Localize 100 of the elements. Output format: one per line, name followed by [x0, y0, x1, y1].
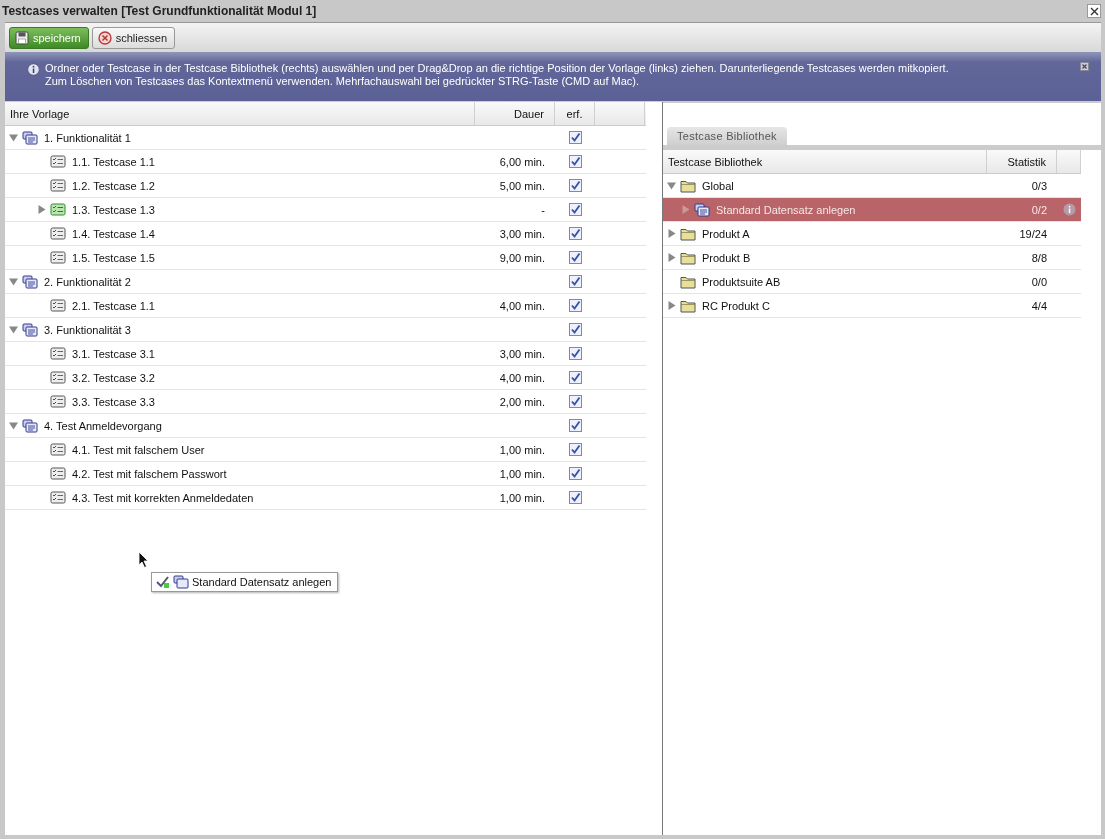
info-text: Zum Löschen von Testcases das Kontextmenü verwenden. Mehrfachauswahl bei gedrückter STRG-Taste (CMD auf Mac).: [45, 75, 640, 88]
duration-text: -: [541, 203, 545, 216]
expander-icon[interactable]: [667, 181, 676, 190]
tree-item[interactable]: 4.3. Test mit korrekten Anmeldedaten: [72, 491, 254, 504]
duration-text: 9,00 min.: [499, 251, 545, 264]
checkbox[interactable]: [568, 251, 582, 264]
tree-item[interactable]: 1.5. Testcase 1.5: [72, 251, 155, 264]
library-row[interactable]: RC Produkt C 4/4: [663, 294, 1081, 318]
checkbox[interactable]: [568, 443, 582, 456]
info-icon: [27, 63, 40, 76]
expander-icon[interactable]: [37, 205, 46, 214]
tree-item[interactable]: 3.2. Testcase 3.2: [72, 371, 155, 384]
checkbox[interactable]: [568, 275, 582, 288]
card-icon: [50, 154, 66, 169]
checkbox[interactable]: [568, 179, 582, 192]
card-icon: [50, 370, 66, 385]
check-icon: [156, 575, 170, 589]
close-icon[interactable]: [1087, 4, 1101, 18]
checkbox[interactable]: [568, 371, 582, 384]
close-icon[interactable]: [1080, 62, 1089, 71]
stacked-cards-icon: [173, 575, 189, 589]
expander-icon[interactable]: [9, 421, 18, 430]
folder-icon: [680, 226, 696, 241]
tree-item[interactable]: 3.3. Testcase 3.3: [72, 395, 155, 408]
duration-text: 1,00 min.: [499, 491, 545, 504]
checkbox[interactable]: [568, 155, 582, 168]
expander-icon[interactable]: [667, 253, 676, 262]
info-text: Ordner oder Testcase in der Testcase Bibliothek (rechts) auswählen und per Drag&Drop an die richtige Position der Vorlage (links) ziehen. Darunterliegende Testcases werden mitkopiert.: [45, 62, 949, 75]
tree-item-label: Produkt B: [702, 251, 751, 264]
checkbox[interactable]: [568, 419, 582, 432]
checkbox[interactable]: [568, 299, 582, 312]
tree-item-label: Standard Datensatz anlegen: [716, 203, 856, 216]
expander-icon[interactable]: [667, 301, 676, 310]
stacked-cards-icon: [22, 322, 38, 337]
tree-item[interactable]: 3.1. Testcase 3.1: [72, 347, 155, 360]
stacked-cards-icon: [22, 418, 38, 433]
duration-text: 4,00 min.: [499, 299, 545, 312]
card-icon: [50, 394, 66, 409]
card-icon: [50, 226, 66, 241]
stacked-cards-icon: [22, 274, 38, 289]
checkbox[interactable]: [568, 203, 582, 216]
expander-icon[interactable]: [9, 133, 18, 142]
checkbox[interactable]: [568, 395, 582, 408]
card-icon: [50, 490, 66, 505]
stacked-cards-icon: [22, 130, 38, 145]
column-header[interactable]: erf.: [555, 102, 595, 125]
column-header[interactable]: Dauer: [475, 102, 555, 125]
column-header[interactable]: Testcase Bibliothek: [663, 150, 987, 173]
window-title: Testcases verwalten [Test Grundfunktionalität Modul 1]: [2, 4, 317, 18]
card-icon: [50, 346, 66, 361]
checkbox[interactable]: [568, 227, 582, 240]
statistic-text: 4/4: [1031, 299, 1047, 312]
duration-text: 1,00 min.: [499, 467, 545, 480]
tree-item[interactable]: 1. Funktionalität 1: [44, 131, 131, 144]
checkbox[interactable]: [568, 131, 582, 144]
tree-item[interactable]: 2. Funktionalität 2: [44, 275, 131, 288]
tree-item-label: Global: [702, 179, 734, 192]
drag-label: Standard Datensatz anlegen: [192, 576, 332, 588]
expander-icon[interactable]: [9, 277, 18, 286]
tree-item[interactable]: 4. Test Anmeldevorgang: [44, 419, 162, 432]
checkbox[interactable]: [568, 467, 582, 480]
duration-text: 5,00 min.: [499, 179, 545, 192]
checkbox[interactable]: [568, 491, 582, 504]
info-icon[interactable]: [1062, 203, 1076, 216]
statistic-text: 19/24: [1019, 227, 1047, 240]
library-row[interactable]: Produkt A 19/24: [663, 222, 1081, 246]
folder-icon: [680, 178, 696, 193]
library-tab[interactable]: Testcase Bibliothek: [667, 127, 787, 145]
column-header[interactable]: Statistik: [987, 150, 1057, 173]
statistic-text: 8/8: [1031, 251, 1047, 264]
duration-text: 1,00 min.: [499, 443, 545, 456]
tree-item[interactable]: 1.1. Testcase 1.1: [72, 155, 155, 168]
folder-icon: [680, 250, 696, 265]
expander-icon[interactable]: [9, 325, 18, 334]
tree-item[interactable]: 1.4. Testcase 1.4: [72, 227, 155, 240]
cancel-icon: [97, 30, 112, 45]
expander-icon[interactable]: [667, 229, 676, 238]
duration-text: 2,00 min.: [499, 395, 545, 408]
tree-item[interactable]: 1.3. Testcase 1.3: [72, 203, 155, 216]
folder-icon: [680, 298, 696, 313]
library-row[interactable]: Produktsuite AB 0/0: [663, 270, 1081, 294]
statistic-text: 0/3: [1031, 179, 1047, 192]
tree-item[interactable]: 4.1. Test mit falschem User: [72, 443, 205, 456]
library-row[interactable]: Produkt B 8/8: [663, 246, 1081, 270]
column-header[interactable]: Ihre Vorlage: [5, 102, 475, 125]
duration-text: 6,00 min.: [499, 155, 545, 168]
library-row[interactable]: Standard Datensatz anlegen 0/2: [663, 198, 1081, 222]
checkbox[interactable]: [568, 347, 582, 360]
card-icon: [50, 442, 66, 457]
duration-text: 4,00 min.: [499, 371, 545, 384]
tree-item[interactable]: 4.2. Test mit falschem Passwort: [72, 467, 227, 480]
close-button[interactable]: schliessen: [91, 26, 176, 49]
checkbox[interactable]: [568, 323, 582, 336]
floppy-icon: [15, 30, 29, 45]
card-icon: [50, 202, 66, 217]
tree-item[interactable]: 2.1. Testcase 1.1: [72, 299, 155, 312]
tree-item[interactable]: 1.2. Testcase 1.2: [72, 179, 155, 192]
duration-text: 3,00 min.: [499, 227, 545, 240]
tree-item-label: RC Produkt C: [702, 299, 770, 312]
tree-item[interactable]: 3. Funktionalität 3: [44, 323, 131, 336]
